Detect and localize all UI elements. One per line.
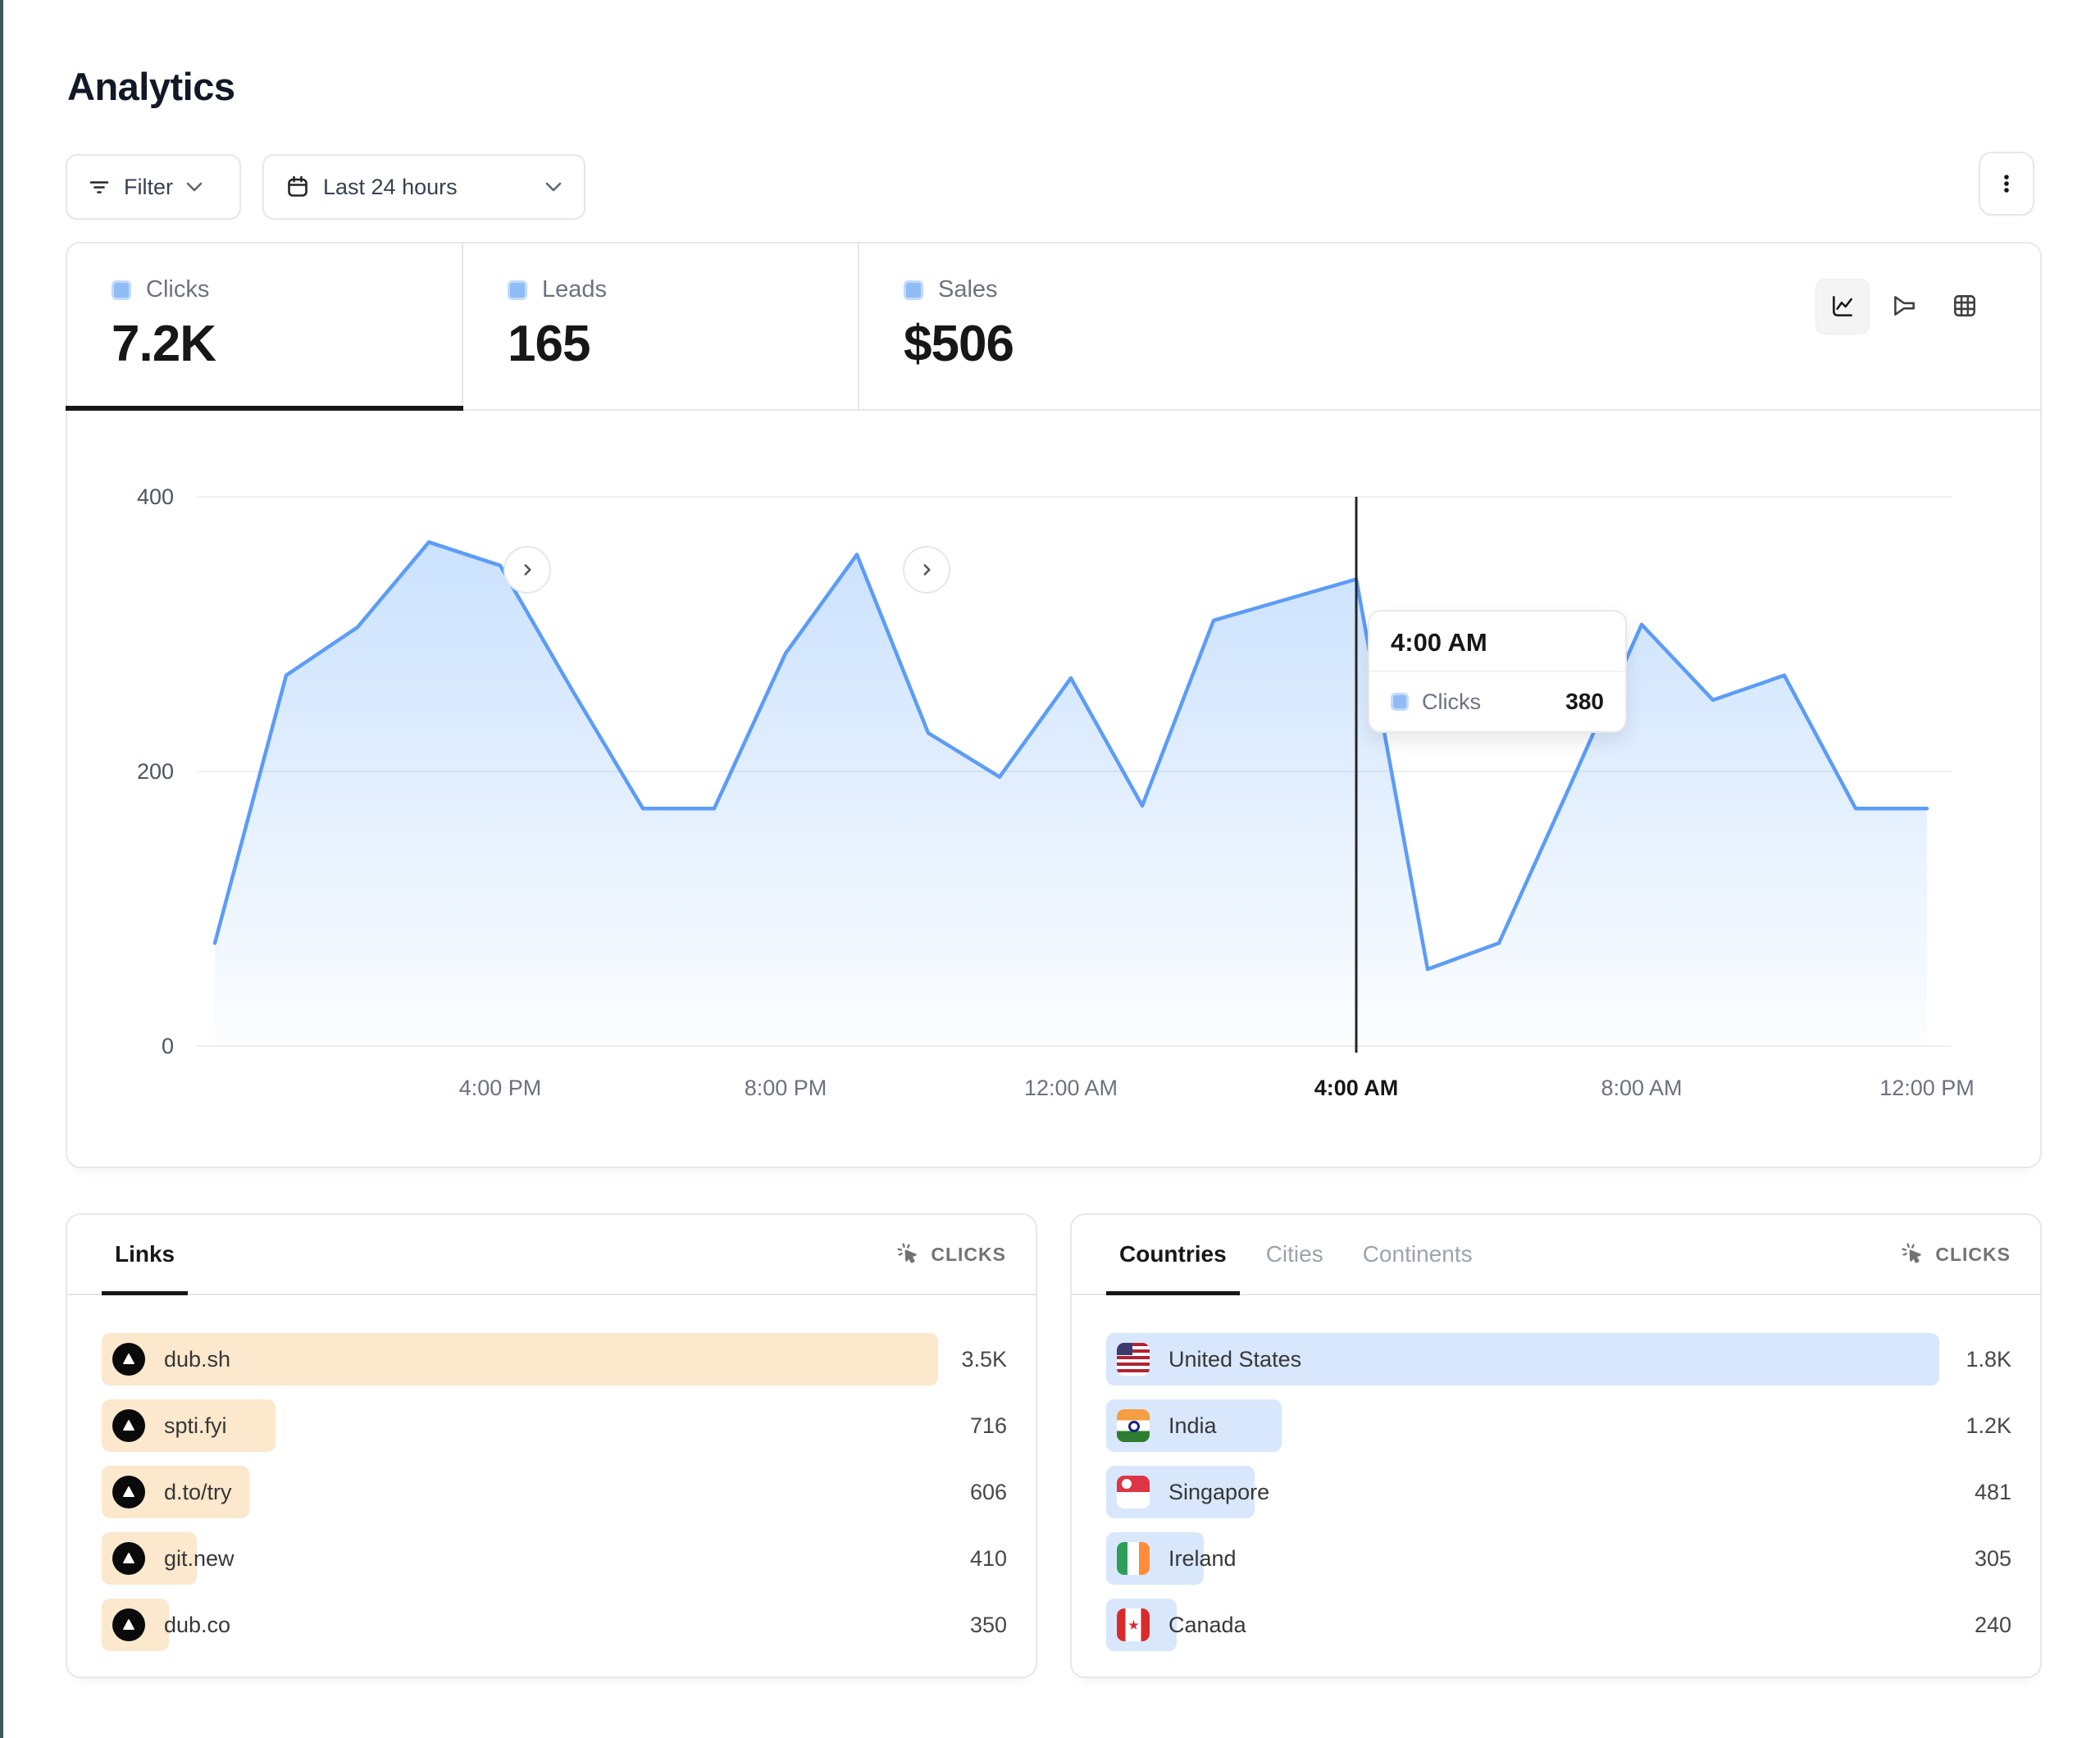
stat-label: Clicks: [146, 276, 209, 303]
country-name: United States: [1168, 1347, 1301, 1372]
page-title: Analytics: [67, 64, 235, 109]
country-name: Ireland: [1168, 1546, 1237, 1572]
tab-cities[interactable]: Cities: [1266, 1215, 1323, 1294]
expand-clicks-chevron-button[interactable]: [503, 546, 551, 594]
country-clicks-value: 481: [1975, 1480, 2011, 1505]
stat-value: 165: [508, 315, 858, 373]
country-name: Canada: [1168, 1613, 1246, 1638]
left-edge-stripe: [0, 0, 3, 1738]
link-clicks-value: 410: [970, 1546, 1007, 1572]
dub-logo-icon: [112, 1409, 145, 1442]
analytics-page: Analytics Filter Last 24 hours: [0, 0, 2100, 1738]
link-domain: git.new: [164, 1546, 235, 1572]
links-rows: dub.sh 3.5K spti.fyi 716: [102, 1339, 1007, 1671]
sales-series-marker: [904, 280, 923, 300]
stat-label: Sales: [938, 276, 998, 303]
table-view-button[interactable]: [1938, 279, 1991, 333]
countries-panel-header: Countries Cities Continents CLICKS: [1072, 1215, 2040, 1295]
date-range-button[interactable]: Last 24 hours: [262, 154, 585, 220]
stat-value: $506: [904, 315, 1261, 373]
stat-tab-sales[interactable]: Sales $506: [859, 243, 1261, 409]
country-flag-icon: [1117, 1476, 1150, 1508]
link-domain: dub.co: [164, 1613, 230, 1638]
calendar-icon: [285, 175, 310, 199]
country-flag-icon: [1117, 1409, 1150, 1442]
tab-links-label: Links: [115, 1241, 175, 1267]
country-flag-icon: [1117, 1343, 1150, 1376]
active-tab-underline: [66, 406, 463, 411]
tooltip-series-marker: [1391, 693, 1409, 711]
links-panel: Links CLICKS: [66, 1213, 1037, 1678]
tab-continents-label: Continents: [1363, 1241, 1473, 1267]
country-row[interactable]: Ireland 305: [1106, 1538, 2011, 1579]
chart-plot-area[interactable]: [197, 467, 1952, 1049]
link-row[interactable]: dub.co 350: [102, 1604, 1007, 1645]
country-name: Singapore: [1168, 1480, 1269, 1505]
kebab-menu-icon: [1993, 170, 2020, 198]
link-row[interactable]: dub.sh 3.5K: [102, 1339, 1007, 1380]
tooltip-series-label: Clicks: [1422, 689, 1481, 715]
country-row[interactable]: India 1.2K: [1106, 1405, 2011, 1446]
stat-value: 7.2K: [112, 315, 462, 373]
link-clicks-value: 606: [970, 1480, 1007, 1505]
country-row[interactable]: Singapore 481: [1106, 1472, 2011, 1513]
country-row[interactable]: United States 1.8K: [1106, 1339, 2011, 1380]
tooltip-time: 4:00 AM: [1369, 612, 1625, 671]
tab-links[interactable]: Links: [115, 1215, 175, 1294]
cursor-click-icon: [1901, 1242, 1925, 1267]
filter-icon: [87, 175, 112, 199]
links-metric-selector[interactable]: CLICKS: [896, 1242, 1006, 1267]
country-name: India: [1168, 1413, 1217, 1439]
countries-metric-selector[interactable]: CLICKS: [1901, 1242, 2011, 1267]
filter-button-label: Filter: [124, 175, 173, 200]
chevron-down-icon: [185, 181, 203, 193]
expand-leads-chevron-button[interactable]: [903, 546, 950, 594]
link-clicks-value: 3.5K: [961, 1347, 1007, 1372]
link-domain: dub.sh: [164, 1347, 230, 1372]
link-row[interactable]: d.to/try 606: [102, 1472, 1007, 1513]
stat-tab-clicks[interactable]: Clicks 7.2K: [67, 243, 463, 409]
funnel-view-button[interactable]: [1878, 279, 1930, 333]
stat-label: Leads: [542, 276, 607, 303]
cursor-click-icon: [896, 1242, 921, 1267]
stats-header: Clicks 7.2K Leads 165 Sales $506: [67, 243, 2040, 411]
country-clicks-value: 240: [1975, 1613, 2011, 1638]
countries-metric-label: CLICKS: [1935, 1244, 2011, 1266]
country-flag-icon: [1117, 1608, 1150, 1641]
countries-rows: United States 1.8K India 1.2K Singapore: [1106, 1339, 2011, 1671]
link-domain: d.to/try: [164, 1480, 232, 1505]
date-range-label: Last 24 hours: [323, 175, 458, 200]
country-clicks-value: 1.8K: [1966, 1347, 2011, 1372]
link-row[interactable]: git.new 410: [102, 1538, 1007, 1579]
tab-cities-label: Cities: [1266, 1241, 1323, 1267]
clicks-series-marker: [112, 280, 131, 300]
countries-panel: Countries Cities Continents CLICKS: [1070, 1213, 2042, 1678]
link-clicks-value: 716: [970, 1413, 1007, 1439]
country-clicks-value: 305: [1975, 1546, 2011, 1572]
tab-countries[interactable]: Countries: [1119, 1215, 1227, 1294]
links-metric-label: CLICKS: [931, 1244, 1006, 1266]
leads-series-marker: [508, 280, 527, 300]
links-panel-header: Links CLICKS: [67, 1215, 1036, 1295]
country-flag-icon: [1117, 1542, 1150, 1575]
chevron-down-icon: [544, 181, 563, 193]
stat-tab-leads[interactable]: Leads 165: [463, 243, 859, 409]
link-domain: spti.fyi: [164, 1413, 227, 1439]
link-clicks-value: 350: [970, 1613, 1007, 1638]
dub-logo-icon: [112, 1476, 145, 1508]
filter-button[interactable]: Filter: [66, 154, 241, 220]
tab-countries-label: Countries: [1119, 1241, 1227, 1267]
link-row[interactable]: spti.fyi 716: [102, 1405, 1007, 1446]
country-clicks-value: 1.2K: [1966, 1413, 2011, 1439]
dub-logo-icon: [112, 1608, 145, 1641]
country-row[interactable]: Canada 240: [1106, 1604, 2011, 1645]
dub-logo-icon: [112, 1343, 145, 1376]
chart-tooltip: 4:00 AM Clicks 380: [1368, 610, 1627, 733]
tab-continents[interactable]: Continents: [1363, 1215, 1473, 1294]
tooltip-value: 380: [1565, 689, 1604, 715]
line-chart-view-button[interactable]: [1815, 279, 1870, 334]
chart-view-toggles: [1815, 279, 1991, 334]
dub-logo-icon: [112, 1542, 145, 1575]
more-options-button[interactable]: [1979, 152, 2034, 216]
